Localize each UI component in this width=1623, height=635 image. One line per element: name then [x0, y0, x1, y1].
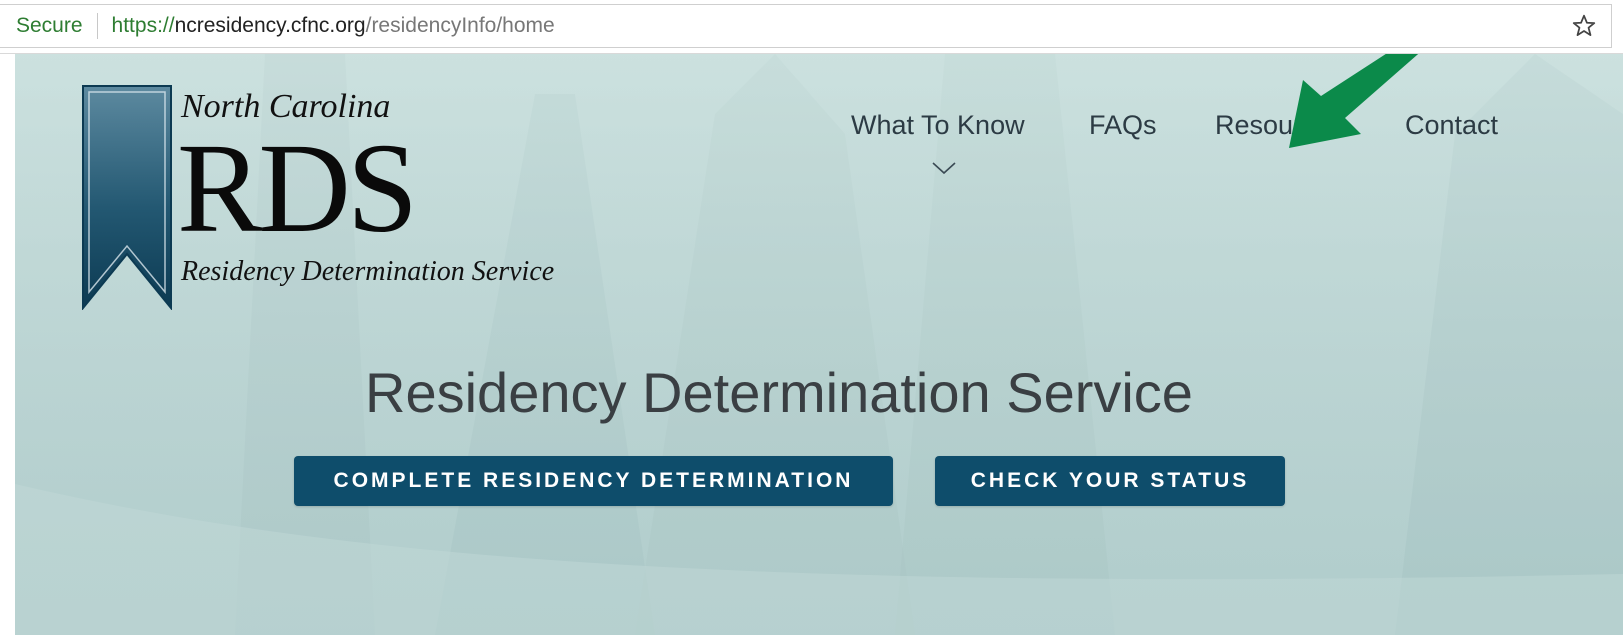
rds-logo[interactable]: North Carolina RDS Residency Determinati…	[81, 84, 555, 314]
hero-title: Residency Determination Service	[365, 361, 1193, 424]
page-content: North Carolina RDS Residency Determinati…	[15, 54, 1623, 635]
nav-item-label: What To Know	[851, 110, 1025, 140]
secure-label: Secure	[16, 14, 83, 37]
url-text[interactable]: https://ncresidency.cfnc.org/residencyIn…	[112, 14, 555, 38]
url-path: /residencyInfo/home	[365, 14, 555, 37]
url-omnibox[interactable]: Secure https://ncresidency.cfnc.org/resi…	[0, 4, 1612, 48]
logo-abbreviation: RDS	[177, 117, 418, 259]
complete-residency-determination-button[interactable]: COMPLETE RESIDENCY DETERMINATION	[294, 456, 893, 506]
arrow-icon	[1289, 54, 1419, 148]
nav-item-label: FAQs	[1089, 110, 1157, 140]
nav-item-what-to-know[interactable]: What To Know	[851, 110, 1025, 141]
url-scheme: https://	[111, 14, 175, 37]
url-host: ncresidency.cfnc.org	[174, 14, 366, 37]
nav-item-faqs[interactable]: FAQs	[1089, 110, 1157, 141]
browser-address-bar: Secure https://ncresidency.cfnc.org/resi…	[0, 0, 1623, 54]
ribbon-icon	[82, 85, 172, 310]
logo-full-name: Residency Determination Service	[181, 256, 555, 287]
omnibox-separator	[96, 13, 98, 39]
main-nav: What To Know FAQs Resources Contact	[835, 110, 1555, 190]
check-your-status-button[interactable]: CHECK YOUR STATUS	[935, 456, 1285, 506]
chevron-down-icon[interactable]	[931, 160, 957, 176]
star-icon[interactable]	[1571, 13, 1597, 39]
